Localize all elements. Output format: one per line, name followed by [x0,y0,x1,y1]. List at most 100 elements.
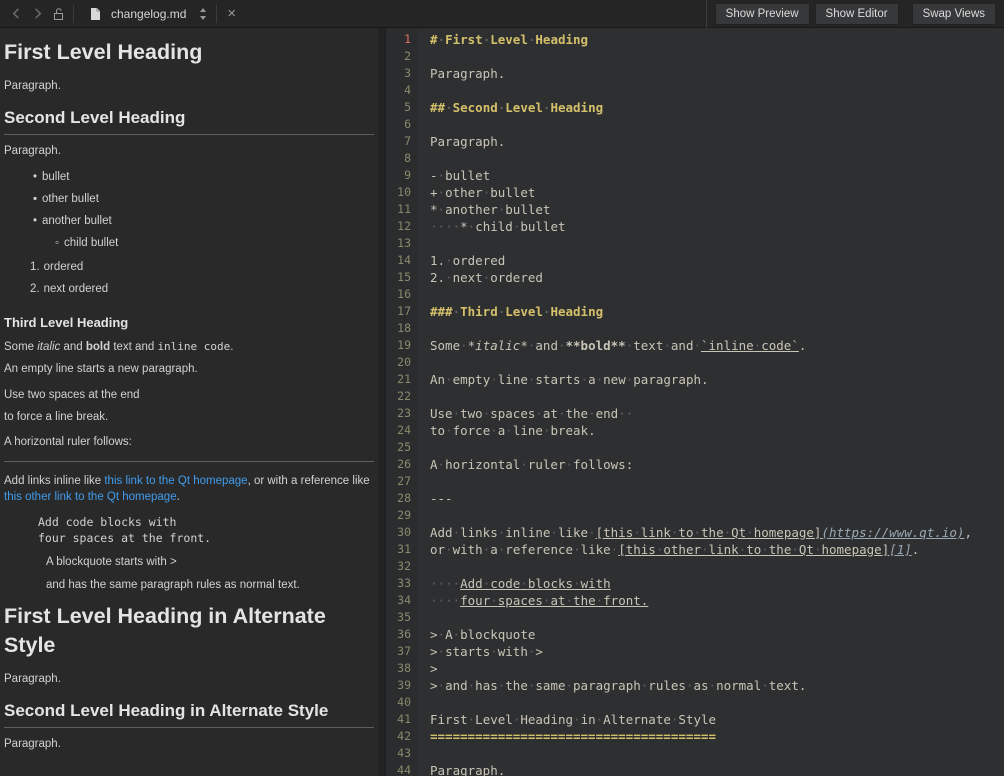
editor-line[interactable] [430,507,1004,524]
editor-line[interactable]: ····*·child·bullet [430,218,1004,235]
editor-line[interactable] [430,286,1004,303]
line-number: 42 [386,728,411,745]
line-number: 16 [386,286,411,303]
editor-line[interactable] [430,235,1004,252]
editor-line[interactable] [430,116,1004,133]
code-token: ###·Third·Level·Heading [430,304,603,319]
editor-line[interactable] [430,320,1004,337]
editor-line[interactable]: A·horizontal·ruler·follows: [430,456,1004,473]
editor-line[interactable]: Use·two·spaces·at·the·end·· [430,405,1004,422]
editor-line[interactable]: Paragraph. [430,65,1004,82]
text-run: text and [110,341,157,353]
editor-line[interactable] [430,558,1004,575]
ordered-list-item: 2. next ordered [4,278,374,300]
editor-line[interactable] [430,745,1004,762]
close-icon[interactable]: × [221,6,242,21]
link[interactable]: this link to the Qt homepage [104,475,247,487]
list-item: •bullet [4,166,374,188]
line-number: 3 [386,65,411,82]
italic-text: italic [37,341,60,353]
show-editor-button[interactable]: Show Editor [815,3,899,25]
editor-line[interactable] [430,388,1004,405]
editor-line[interactable]: ###·Third·Level·Heading [430,303,1004,320]
editor-line[interactable] [430,439,1004,456]
editor-line[interactable]: 1.·ordered [430,252,1004,269]
line-number: 34 [386,592,411,609]
editor-line[interactable]: or·with·a·reference·like·[this·other·lin… [430,541,1004,558]
editor-line[interactable]: >·A·blockquote [430,626,1004,643]
editor-pane[interactable]: 1234567891011121314151617181920212223242… [386,28,1004,776]
editor-line[interactable]: +·other·bullet [430,184,1004,201]
code-token: -·bullet [430,168,490,183]
code-token: --- [430,491,453,506]
line-number: 18 [386,320,411,337]
back-icon[interactable] [6,7,27,20]
editor-line[interactable] [430,473,1004,490]
editor-line[interactable]: to·force·a·line·break. [430,422,1004,439]
code-token: [this·link·to·the·Qt·homepage] [596,525,822,540]
editor-line[interactable]: First·Level·Heading·in·Alternate·Style [430,711,1004,728]
text-line: Use two spaces at the end [4,384,374,406]
list-item: •another bullet [4,210,374,232]
line-number: 2 [386,48,411,65]
text-run: Some [4,341,37,353]
code-token: Paragraph. [430,134,505,149]
main-split: First Level HeadingParagraph.Second Leve… [0,28,1004,776]
editor-line[interactable]: ====================================== [430,728,1004,745]
code-token: >·A·blockquote [430,627,535,642]
text-run: . [177,491,180,503]
link[interactable]: this other link to the Qt homepage [4,491,177,503]
editor-line[interactable]: ····Add·code·blocks·with [430,575,1004,592]
line-number: 8 [386,150,411,167]
editor-line[interactable] [430,48,1004,65]
editor-line[interactable]: -·bullet [430,167,1004,184]
preview-pane[interactable]: First Level HeadingParagraph.Second Leve… [0,28,378,776]
line-number: 24 [386,422,411,439]
code-token: ====================================== [430,729,716,744]
code-line: four spaces at the front. [38,530,374,546]
line-number: 4 [386,82,411,99]
code-token: Paragraph. [430,66,505,81]
editor-line[interactable] [430,82,1004,99]
editor-line[interactable]: ····four·spaces·at·the·front. [430,592,1004,609]
code-line: Add code blocks with [38,514,374,530]
code-token: Paragraph. [430,763,505,776]
list-item-label: next ordered [44,283,109,295]
code-token: *italic* [468,338,528,353]
swap-views-button[interactable]: Swap Views [912,3,996,25]
editor-line[interactable] [430,694,1004,711]
editor-line[interactable]: Paragraph. [430,133,1004,150]
editor-line[interactable] [430,150,1004,167]
editor-line[interactable] [430,354,1004,371]
preview-paragraph: Use two spaces at the endto force a line… [4,384,374,428]
editor-line[interactable]: *·another·bullet [430,201,1004,218]
editor-line[interactable]: #·First·Level·Heading [430,31,1004,48]
editor-line[interactable]: Add·links·inline·like·[this·link·to·the·… [430,524,1004,541]
editor-line[interactable]: An·empty·line·starts·a·new·paragraph. [430,371,1004,388]
code-token: *·another·bullet [430,202,550,217]
lock-icon[interactable] [48,7,69,21]
editor-line[interactable]: >·starts·with·> [430,643,1004,660]
preview-paragraph: Add links inline like this link to the Q… [4,473,374,505]
editor-line[interactable]: >·and·has·the·same·paragraph·rules·as·no… [430,677,1004,694]
list-number: 2. [30,283,40,295]
nav-group [6,7,69,21]
editor-line[interactable]: ##·Second·Level·Heading [430,99,1004,116]
line-number: 7 [386,133,411,150]
code-token: ···· [430,593,460,608]
forward-icon[interactable] [27,7,48,20]
list-item-label: another bullet [42,215,112,227]
editor-line[interactable]: Some·*italic*·and·**bold**·text·and·`inl… [430,337,1004,354]
code-area[interactable]: #·First·Level·Heading Paragraph. ##·Seco… [418,28,1004,776]
line-number: 40 [386,694,411,711]
code-token: #·First·Level·Heading [430,32,588,47]
line-number: 30 [386,524,411,541]
split-arrows-icon[interactable] [194,7,212,21]
file-tab[interactable]: changelog.md [78,0,194,28]
editor-line[interactable]: --- [430,490,1004,507]
editor-line[interactable]: Paragraph. [430,762,1004,776]
editor-line[interactable] [430,609,1004,626]
editor-line[interactable]: > [430,660,1004,677]
editor-line[interactable]: 2.·next·ordered [430,269,1004,286]
show-preview-button[interactable]: Show Preview [715,3,810,25]
